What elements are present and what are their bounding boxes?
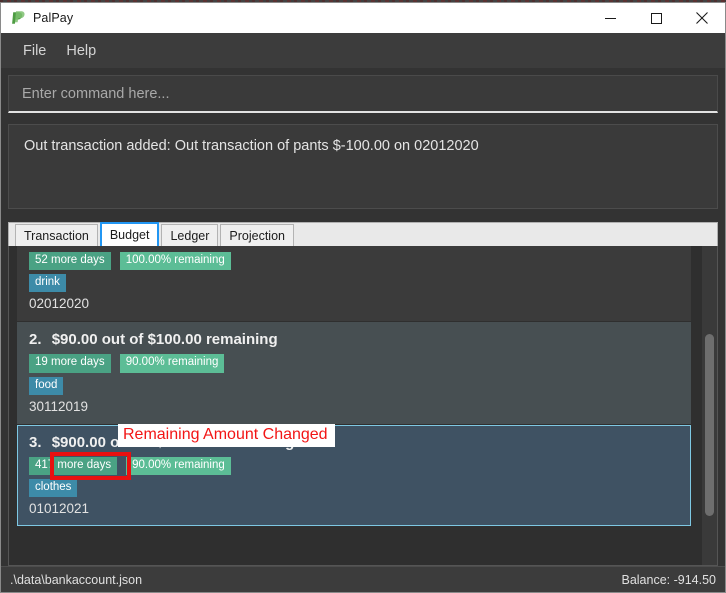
tab-budget[interactable]: Budget xyxy=(99,222,160,246)
list-item[interactable]: 1. $1000.00 out of $1000.00 remaining 52… xyxy=(17,246,691,322)
days-remaining-badge: 52 more days xyxy=(29,252,111,271)
budget-list: 1. $1000.00 out of $1000.00 remaining 52… xyxy=(9,246,699,527)
command-input[interactable] xyxy=(22,85,704,102)
scrollbar-thumb[interactable] xyxy=(705,334,714,516)
budget-item-amount: $900.00 xyxy=(51,433,106,451)
palpay-application-window: PalPay File Help Enter command here... O… xyxy=(0,2,726,593)
vertical-scrollbar[interactable] xyxy=(702,246,717,565)
window-title: PalPay xyxy=(33,11,74,25)
tab-transaction[interactable]: Transaction xyxy=(15,224,98,246)
budget-item-date: 30112019 xyxy=(29,398,89,414)
budget-item-badges: 19 more days 90.00% remaining xyxy=(29,354,679,373)
tab-projection[interactable]: Projection xyxy=(220,224,294,246)
budget-item-date: 01012021 xyxy=(29,501,90,517)
budget-item-badges: 52 more days 100.00% remaining xyxy=(29,252,679,271)
budget-item-title: 2. $90.00 out of $100.00 remaining xyxy=(29,331,679,348)
percent-remaining-badge: 90.00% remaining xyxy=(126,456,231,476)
budget-item-tags: drink xyxy=(29,274,679,293)
window-controls xyxy=(587,3,725,33)
menu-item-file[interactable]: File xyxy=(13,38,56,64)
status-balance: Balance: -914.50 xyxy=(621,572,716,587)
command-input-container[interactable] xyxy=(8,75,718,113)
days-remaining-badge: 417 more days xyxy=(29,456,118,476)
budget-item-index: 2. xyxy=(29,331,42,349)
budget-item-badges: 417 more days 90.00% remaining xyxy=(29,456,679,476)
days-remaining-badge: 19 more days xyxy=(29,354,111,373)
budget-item-index: 3. xyxy=(29,433,42,451)
minimize-button[interactable] xyxy=(587,3,633,33)
status-file-path: .\data\bankaccount.json xyxy=(10,572,143,587)
list-item[interactable]: 2. $90.00 out of $100.00 remaining 19 mo… xyxy=(17,322,691,424)
tab-strip: Transaction Budget Ledger Projection xyxy=(8,222,718,246)
tab-ledger[interactable]: Ledger xyxy=(161,224,219,246)
result-message-panel: Out transaction added: Out transaction o… xyxy=(8,124,718,209)
title-bar: PalPay xyxy=(1,3,725,33)
result-message-text: Out transaction added: Out transaction o… xyxy=(24,138,479,154)
main-body: Out transaction added: Out transaction o… xyxy=(1,68,725,566)
annotation-label: Remaining Amount Changed xyxy=(118,424,335,448)
paypal-p-logo-icon xyxy=(10,10,26,26)
percent-remaining-badge: 100.00% remaining xyxy=(119,252,231,271)
menu-bar: File Help xyxy=(1,33,725,68)
budget-list-viewport: 1. $1000.00 out of $1000.00 remaining 52… xyxy=(8,246,718,566)
budget-item-tags: clothes xyxy=(29,479,679,498)
percent-remaining-badge: 90.00% remaining xyxy=(119,354,225,373)
budget-item-amount: $90.00 xyxy=(51,331,98,349)
menu-item-help[interactable]: Help xyxy=(56,38,106,64)
close-button[interactable] xyxy=(679,3,725,33)
budget-item-title-rest: out of $100.00 remaining xyxy=(101,331,278,349)
category-tag[interactable]: drink xyxy=(29,274,66,293)
maximize-button[interactable] xyxy=(633,3,679,33)
status-bar: .\data\bankaccount.json Balance: -914.50 xyxy=(1,566,725,592)
category-tag[interactable]: food xyxy=(29,376,64,395)
budget-item-date: 02012020 xyxy=(29,296,90,312)
budget-item-tags: food xyxy=(29,376,679,395)
category-tag[interactable]: clothes xyxy=(29,479,78,498)
